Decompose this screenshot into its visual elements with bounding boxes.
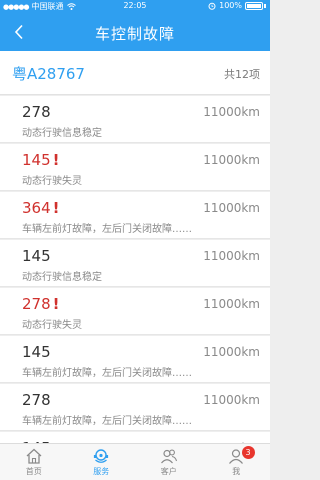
battery-tip xyxy=(264,3,266,8)
alert-icon: ! xyxy=(52,295,60,313)
tab-bar: 首页 服务 客户 我 3 xyxy=(0,443,270,480)
mileage: 11000km xyxy=(203,345,260,359)
total-count: 共12项 xyxy=(224,68,260,81)
fault-code: 278 xyxy=(22,103,51,121)
fault-code: 278 xyxy=(22,391,51,409)
plate-number: 粤A28767 xyxy=(12,65,85,83)
mileage: 11000km xyxy=(203,153,260,167)
fault-code: 145! xyxy=(22,151,60,169)
service-icon xyxy=(94,449,109,463)
mileage: 11000km xyxy=(203,393,260,407)
nav-bar: 车控制故障 xyxy=(0,13,270,51)
tab-profile[interactable]: 我 3 xyxy=(203,444,271,480)
fault-description: 车辆左前灯故障，左后门关闭故障…… xyxy=(22,416,192,427)
tab-label: 客户 xyxy=(160,467,177,476)
notification-badge: 3 xyxy=(241,446,255,459)
fault-description: 动态行驶失灵 xyxy=(22,176,82,187)
alert-icon: ! xyxy=(52,151,60,169)
mileage: 11000km xyxy=(203,297,260,311)
battery-percent: 100% xyxy=(219,1,242,10)
status-right-group: 100% xyxy=(208,1,266,10)
fault-code: 145 xyxy=(22,247,51,265)
fault-description: 车辆左前灯故障，左后门关闭故障…… xyxy=(22,224,192,235)
mileage: 11000km xyxy=(203,201,260,215)
home-icon xyxy=(26,448,42,464)
fault-description: 车辆左前灯故障，左后门关闭故障…… xyxy=(22,368,192,379)
fault-description: 动态行驶信息稳定 xyxy=(22,272,102,283)
mileage: 11000km xyxy=(203,105,260,119)
list-item[interactable]: 278! 11000km 动态行驶失灵 xyxy=(0,288,270,335)
list-item[interactable]: 278 11000km 车辆左前灯故障，左后门关闭故障…… xyxy=(0,384,270,431)
list-item[interactable]: 145 11000km 车辆左前灯故障，左后门关闭故障…… xyxy=(0,336,270,383)
fault-description: 动态行驶失灵 xyxy=(22,320,82,331)
status-bar: ●●●●● 中国联通 22:05 100% xyxy=(0,0,270,13)
fault-code: 364! xyxy=(22,199,60,217)
tab-service[interactable]: 服务 xyxy=(68,444,136,480)
tab-label: 服务 xyxy=(93,467,110,476)
tab-label: 首页 xyxy=(25,467,42,476)
mileage: 11000km xyxy=(203,249,260,263)
tab-label: 我 xyxy=(232,467,241,476)
alert-icon: ! xyxy=(52,199,60,217)
page-title: 车控制故障 xyxy=(94,25,175,43)
plate-header: 粤A28767 共12项 xyxy=(0,51,270,95)
fault-code: 278! xyxy=(22,295,60,313)
list-item[interactable]: 364! 11000km 车辆左前灯故障，左后门关闭故障…… xyxy=(0,192,270,239)
fault-code: 145 xyxy=(22,343,51,361)
battery-icon xyxy=(245,1,263,10)
list-item[interactable]: 145! 11000km 动态行驶失灵 xyxy=(0,144,270,191)
customers-icon xyxy=(160,449,177,464)
tab-customers[interactable]: 客户 xyxy=(135,444,203,480)
fault-list: 278 11000km 动态行驶信息稳定 145! 11000km 动态行驶失灵… xyxy=(0,96,270,480)
fault-description: 动态行驶信息稳定 xyxy=(22,128,102,139)
alarm-icon xyxy=(208,2,216,10)
tab-home[interactable]: 首页 xyxy=(0,444,68,480)
list-item[interactable]: 278 11000km 动态行驶信息稳定 xyxy=(0,96,270,143)
list-item[interactable]: 145 11000km 动态行驶信息稳定 xyxy=(0,240,270,287)
